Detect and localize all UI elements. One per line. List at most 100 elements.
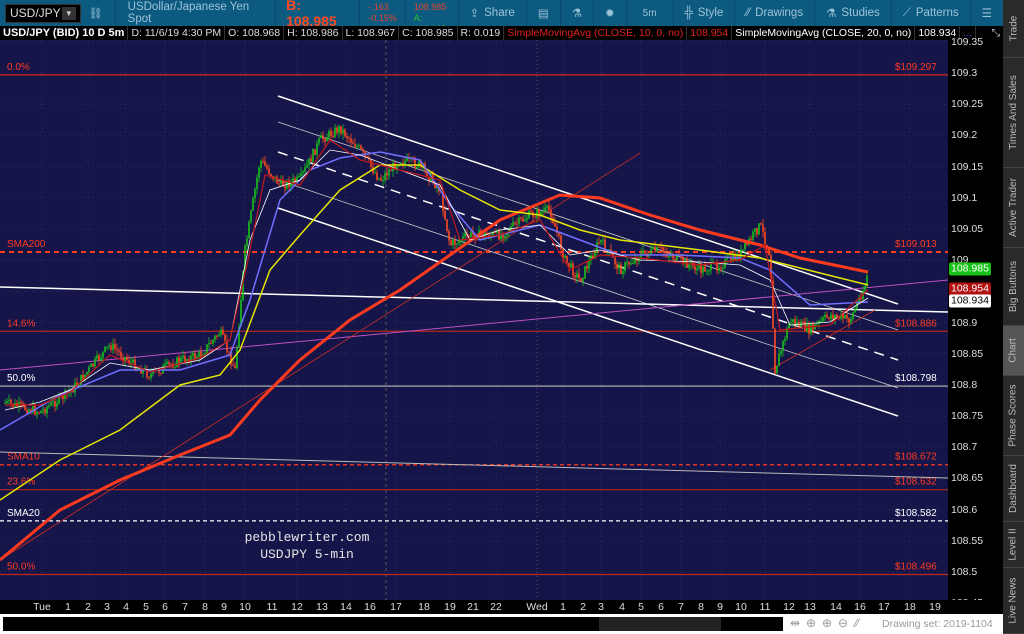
candle-body: [824, 314, 826, 318]
candle-body: [626, 262, 628, 264]
time-tick: 16: [854, 601, 866, 613]
info-button[interactable]: ▤: [525, 0, 560, 26]
style-button[interactable]: ╬ Style: [672, 0, 735, 26]
candle-body: [208, 343, 210, 345]
candle-body: [694, 266, 696, 271]
candle-body: [830, 314, 832, 319]
candle-body: [170, 363, 172, 365]
candle-body: [278, 183, 280, 185]
zoom-out-icon[interactable]: ⊖: [838, 616, 848, 630]
drawing-set-label[interactable]: Drawing set: 2019-1104: [882, 618, 993, 630]
candle-body: [384, 173, 386, 180]
price-axis[interactable]: 109.35 109.3 109.25 109.2 109.15 109.1 109.05 1…: [948, 36, 1003, 609]
pattern-icon: ⟋: [902, 6, 911, 19]
crosshair-icon[interactable]: ⊕: [806, 616, 816, 630]
candle-body: [114, 343, 116, 350]
time-tick: 14: [830, 601, 842, 613]
candle-body: [46, 407, 48, 414]
candle-body: [464, 233, 466, 237]
candle-body: [758, 223, 760, 235]
time-tick: 1: [65, 601, 71, 613]
candle-body: [588, 260, 590, 269]
time-tick: 4: [123, 601, 129, 613]
legend-low: L: 108.967: [343, 26, 400, 40]
candle-body: [660, 247, 662, 249]
candle-body: [792, 319, 794, 323]
candle-body: [456, 243, 458, 245]
candle-body: [332, 135, 334, 137]
candle-body: [402, 163, 404, 165]
sidebar-tab[interactable]: Live News: [1003, 568, 1024, 634]
timeframe-button[interactable]: 5m: [625, 0, 673, 26]
candle-body: [212, 339, 214, 344]
candle-body: [108, 345, 110, 347]
time-tick: 4: [619, 601, 625, 613]
candle-body: [320, 135, 322, 139]
sidebar-tab-label: Live News: [1008, 577, 1020, 624]
expand-icon[interactable]: ⤡: [989, 26, 1003, 40]
candle-body: [280, 179, 282, 184]
candle-body: [794, 319, 796, 325]
candle-body: [220, 329, 222, 335]
settings-button[interactable]: ✹: [593, 0, 626, 26]
price-tick: 108.75: [951, 410, 984, 423]
link-icon[interactable]: ⛓: [81, 7, 111, 20]
legend-sma20[interactable]: SimpleMovingAvg (CLOSE, 20, 0, no): [732, 26, 916, 40]
candle-body: [40, 410, 42, 414]
studies-label: Studies: [841, 7, 880, 19]
bid-small: B: 108.985: [413, 0, 447, 12]
toolbar: USD/JPY ▼ ⛓ USDollar/Japanese Yen Spot B:…: [0, 0, 1024, 34]
drawings-button[interactable]: ⁄⁄ Drawings: [734, 0, 814, 26]
chevron-down-icon[interactable]: ▼: [61, 6, 76, 20]
candle-body: [362, 148, 364, 152]
candle-body: [542, 211, 544, 213]
sidebar-tab-label: Chart: [1008, 338, 1020, 363]
candle-body: [350, 138, 352, 143]
candle-body: [304, 167, 306, 172]
candle-body: [36, 412, 38, 415]
candle-body: [112, 343, 114, 350]
sidebar-tab[interactable]: Chart: [1003, 326, 1024, 376]
candle-body: [816, 323, 818, 325]
resize-icon[interactable]: ⇹: [790, 616, 800, 630]
candle-body: [852, 312, 854, 320]
candle-body: [580, 277, 582, 282]
candle-body: [176, 357, 178, 367]
sidebar-tab[interactable]: Active Trader: [1003, 168, 1024, 248]
candle-body: [250, 210, 252, 222]
price-tick: 108.7: [951, 441, 978, 454]
sidebar-tab[interactable]: Big Buttons: [1003, 248, 1024, 326]
candle-body: [210, 343, 212, 345]
candle-body: [316, 143, 318, 155]
price-chart[interactable]: 0.0% $109.297 SMA200 $109.013 14.6% $108.886 5…: [0, 40, 949, 604]
share-button[interactable]: ⇪ Share: [457, 0, 526, 26]
candle-body: [236, 347, 238, 369]
candle-body: [582, 278, 584, 282]
candle-body: [548, 205, 550, 211]
patterns-button[interactable]: ⟋ Patterns: [890, 0, 970, 26]
candle-body: [234, 365, 236, 369]
candle-body: [722, 267, 724, 269]
zoom-in-icon[interactable]: ⊕: [822, 616, 832, 630]
legend-sma10[interactable]: SimpleMovingAvg (CLOSE, 10, 0, no): [504, 26, 688, 40]
sidebar-tab[interactable]: Times And Sales: [1003, 58, 1024, 168]
sidebar-tab-label: Dashboard: [1008, 464, 1020, 513]
drawing-tool-icon[interactable]: ⁄⁄: [855, 616, 859, 630]
sidebar-tab[interactable]: Dashboard: [1003, 456, 1024, 522]
scrollbar-thumb[interactable]: [599, 617, 721, 631]
time-axis[interactable]: Tue 1 2 3 4 5 6 7 8 9 10 11 12 13 14 16 17 18 19 21 22 Wed 1 2 3…: [0, 600, 1003, 614]
flask-button[interactable]: ⚗: [559, 0, 593, 26]
sidebar-tab-label: Phase Scores: [1008, 384, 1020, 447]
level-label-right: $108.582: [895, 508, 937, 519]
menu-button[interactable]: ☰: [969, 0, 1003, 26]
horizontal-scrollbar[interactable]: [3, 617, 783, 631]
time-tick: 8: [202, 601, 208, 613]
candle-body: [214, 335, 216, 340]
studies-button[interactable]: ⚗ Studies: [814, 0, 891, 26]
candle-body: [446, 219, 448, 232]
sidebar-tab[interactable]: Level II: [1003, 522, 1024, 568]
time-tick: 18: [418, 601, 430, 613]
sidebar-tab[interactable]: Trade: [1003, 0, 1024, 58]
sidebar-tab[interactable]: Phase Scores: [1003, 376, 1024, 456]
symbol-selector[interactable]: USD/JPY ▼: [5, 3, 81, 23]
